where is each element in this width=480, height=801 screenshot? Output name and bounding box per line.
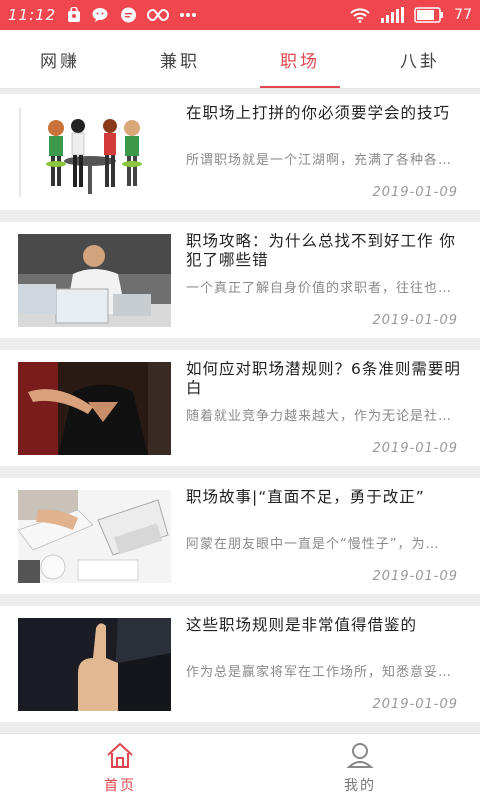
article-item[interactable]: 职场攻略：为什么总找不到好工作 你犯了哪些错 一个真正了解自身价值的求职者，往往…: [0, 222, 480, 338]
tab-wangzhuan[interactable]: 网赚: [0, 30, 120, 88]
tab-label: 职场: [280, 51, 320, 72]
message-icon: [120, 7, 137, 24]
article-item[interactable]: 这些职场规则是非常值得借鉴的 作为总是赢家将军在工作场所，知悉意妥… 2019-…: [0, 606, 480, 722]
article-summary: 随着就业竞争力越来越大，作为无论是社…: [186, 409, 453, 424]
battery-icon: [414, 7, 444, 23]
wechat-icon: [92, 7, 110, 23]
battery-level: 77: [454, 7, 472, 23]
wifi-icon: [350, 7, 370, 23]
status-time: 11:12: [8, 6, 57, 24]
status-bar: 11:12 77: [0, 0, 480, 30]
tab-bagua[interactable]: 八卦: [360, 30, 480, 88]
article-title: 这些职场规则是非常值得借鉴的: [186, 616, 418, 634]
shop-bag-icon: [66, 7, 82, 23]
article-item[interactable]: 职场故事|“直面不足，勇于改正” 阿蒙在朋友眼中一直是个“慢性子”，为… 201…: [0, 478, 480, 594]
article-summary: 一个真正了解自身价值的求职者，往往也…: [186, 281, 453, 296]
article-thumbnail: [18, 106, 171, 199]
article-date: 2019-01-09: [372, 569, 458, 584]
tab-label: 网赚: [40, 51, 80, 72]
article-title: 职场攻略：为什么总找不到好工作 你犯了哪些错: [186, 232, 456, 269]
tab-zhichang[interactable]: 职场: [240, 30, 360, 88]
tab-label: 兼职: [160, 51, 200, 72]
article-title: 在职场上打拼的你必须要学会的技巧: [186, 104, 451, 122]
user-icon: [346, 741, 374, 773]
article-thumbnail: [18, 490, 171, 583]
nav-home[interactable]: 首页: [0, 734, 240, 801]
infinity-icon: [147, 8, 170, 22]
article-summary: 所谓职场就是一个江湖啊，充满了各种各…: [186, 153, 453, 168]
article-item[interactable]: 在职场上打拼的你必须要学会的技巧 所谓职场就是一个江湖啊，充满了各种各… 201…: [0, 94, 480, 210]
article-date: 2019-01-09: [372, 441, 458, 456]
article-summary: 阿蒙在朋友眼中一直是个“慢性子”，为…: [186, 537, 440, 552]
article-title: 职场故事|“直面不足，勇于改正”: [186, 488, 425, 506]
article-date: 2019-01-09: [372, 185, 458, 200]
bottom-navigation: 首页 我的: [0, 733, 480, 801]
tab-jianzhi[interactable]: 兼职: [120, 30, 240, 88]
nav-label: 我的: [344, 777, 376, 794]
article-thumbnail: [18, 618, 171, 711]
nav-label: 首页: [104, 777, 136, 794]
article-summary: 作为总是赢家将军在工作场所，知悉意妥…: [186, 665, 453, 680]
more-dots-icon: [179, 12, 197, 18]
nav-profile[interactable]: 我的: [240, 734, 480, 801]
article-date: 2019-01-09: [372, 697, 458, 712]
home-icon: [105, 741, 135, 773]
signal-icon: [380, 7, 405, 23]
article-date: 2019-01-09: [372, 313, 458, 328]
article-thumbnail: [18, 362, 171, 455]
category-tabs: 网赚 兼职 职场 八卦: [0, 30, 480, 89]
article-title: 如何应对职场潜规则？6条准则需要明白: [186, 360, 461, 397]
article-thumbnail: [18, 234, 171, 327]
article-item[interactable]: 如何应对职场潜规则？6条准则需要明白 随着就业竞争力越来越大，作为无论是社… 2…: [0, 350, 480, 466]
tab-label: 八卦: [400, 51, 440, 72]
